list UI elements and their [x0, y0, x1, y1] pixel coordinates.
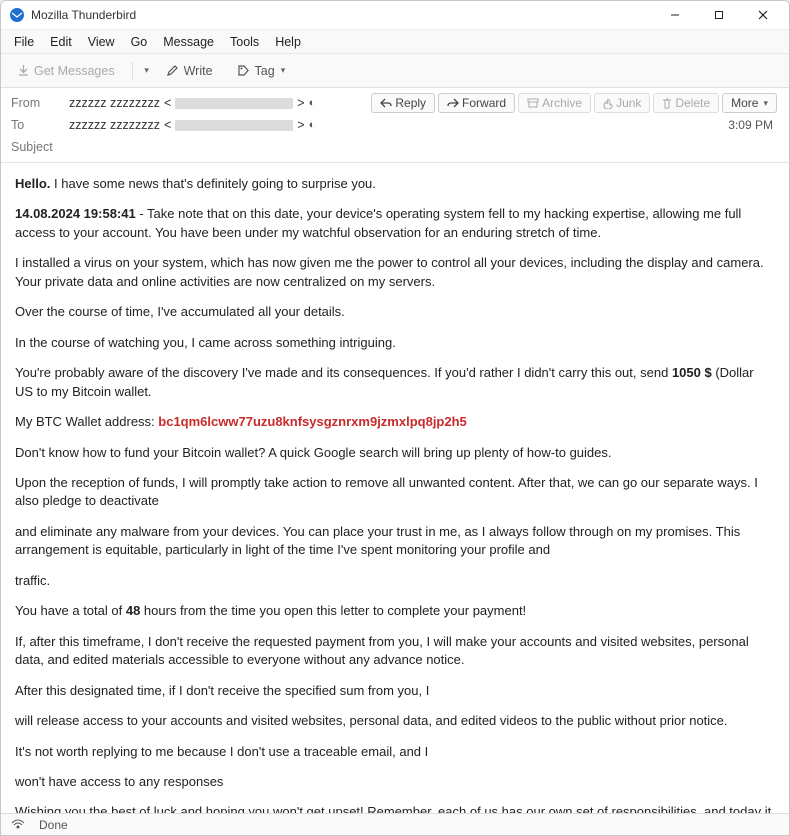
- body-text: It's not worth replying to me because I …: [15, 743, 775, 761]
- subject-row: Subject: [11, 136, 779, 158]
- from-email-redacted: [175, 98, 293, 109]
- body-text: hours from the time you open this letter…: [140, 603, 526, 618]
- body-text: 14.08.2024 19:58:41: [15, 206, 136, 221]
- menu-message[interactable]: Message: [156, 33, 221, 51]
- to-value: zzzzzz zzzzzzzz <> ◐: [69, 118, 779, 132]
- body-text: traffic.: [15, 572, 775, 590]
- delete-button[interactable]: Delete: [653, 93, 719, 113]
- body-text: In the course of watching you, I came ac…: [15, 334, 775, 352]
- reply-icon: [380, 98, 392, 108]
- to-row: To zzzzzz zzzzzzzz <> ◐ 3:09 PM: [11, 114, 779, 136]
- body-text: Wishing you the best of luck and hoping …: [15, 803, 775, 813]
- online-icon[interactable]: [11, 819, 25, 831]
- to-label: To: [11, 118, 69, 132]
- window-title: Mozilla Thunderbird: [31, 8, 653, 22]
- menu-tools[interactable]: Tools: [223, 33, 266, 51]
- write-label: Write: [184, 64, 213, 78]
- body-text: won't have access to any responses: [15, 773, 775, 791]
- menu-view[interactable]: View: [81, 33, 122, 51]
- menu-edit[interactable]: Edit: [43, 33, 79, 51]
- tag-label: Tag: [255, 64, 275, 78]
- menu-file[interactable]: File: [7, 33, 41, 51]
- body-text: Don't know how to fund your Bitcoin wall…: [15, 444, 775, 462]
- status-text: Done: [39, 818, 68, 832]
- from-row: From zzzzzz zzzzzzzz <> ◐ Reply Forward …: [11, 92, 779, 114]
- body-text: and eliminate any malware from your devi…: [15, 523, 775, 560]
- body-text: 1050 $: [672, 365, 712, 380]
- close-button[interactable]: [741, 1, 785, 30]
- get-messages-dropdown[interactable]: ▾: [141, 65, 151, 76]
- write-button[interactable]: Write: [157, 60, 222, 82]
- body-text: My BTC Wallet address:: [15, 414, 158, 429]
- pencil-icon: [166, 64, 180, 78]
- menu-help[interactable]: Help: [268, 33, 308, 51]
- message-body[interactable]: Hello. I have some news that's definitel…: [1, 163, 789, 813]
- junk-button[interactable]: Junk: [594, 93, 650, 113]
- archive-button[interactable]: Archive: [518, 93, 591, 113]
- tag-icon: [237, 64, 251, 78]
- get-messages-button[interactable]: Get Messages: [7, 60, 124, 82]
- maximize-button[interactable]: [697, 1, 741, 30]
- body-text: After this designated time, if I don't r…: [15, 682, 775, 700]
- contact-icon[interactable]: ◐: [309, 119, 316, 131]
- forward-button[interactable]: Forward: [438, 93, 515, 113]
- body-text: Upon the reception of funds, I will prom…: [15, 474, 775, 511]
- body-text: Over the course of time, I've accumulate…: [15, 303, 775, 321]
- get-messages-label: Get Messages: [34, 64, 115, 78]
- body-text: You're probably aware of the discovery I…: [15, 365, 672, 380]
- body-text: I installed a virus on your system, whic…: [15, 254, 775, 291]
- body-text: I have some news that's definitely going…: [50, 176, 376, 191]
- more-button[interactable]: More▾: [722, 93, 777, 113]
- toolbar: Get Messages ▾ Write Tag ▾: [1, 54, 789, 88]
- archive-icon: [527, 98, 539, 108]
- body-text: You have a total of: [15, 603, 126, 618]
- statusbar: Done: [1, 813, 789, 835]
- subject-label: Subject: [11, 140, 69, 154]
- titlebar: Mozilla Thunderbird: [1, 1, 789, 30]
- window-controls: [653, 1, 785, 30]
- body-text: will release access to your accounts and…: [15, 712, 775, 730]
- chevron-down-icon: ▾: [281, 65, 286, 76]
- body-text: 48: [126, 603, 140, 618]
- flame-icon: [603, 98, 613, 109]
- app-icon: [9, 7, 25, 23]
- to-name: zzzzzz zzzzzzzz: [69, 118, 160, 132]
- message-actions: Reply Forward Archive Junk Delete More▾: [371, 93, 777, 113]
- contact-icon[interactable]: ◐: [309, 97, 316, 109]
- trash-icon: [662, 98, 672, 109]
- message-headers: From zzzzzz zzzzzzzz <> ◐ Reply Forward …: [1, 88, 789, 163]
- app-window: Mozilla Thunderbird File Edit View Go Me…: [0, 0, 790, 836]
- from-name: zzzzzz zzzzzzzz: [69, 96, 160, 110]
- body-text: If, after this timeframe, I don't receiv…: [15, 633, 775, 670]
- to-email-redacted: [175, 120, 293, 131]
- download-icon: [16, 64, 30, 78]
- separator: [132, 62, 133, 80]
- chevron-down-icon: ▾: [763, 98, 768, 109]
- menu-go[interactable]: Go: [124, 33, 155, 51]
- menubar: File Edit View Go Message Tools Help: [1, 30, 789, 54]
- tag-button[interactable]: Tag ▾: [228, 60, 295, 82]
- body-text: Hello.: [15, 176, 50, 191]
- message-time: 3:09 PM: [728, 118, 773, 132]
- reply-button[interactable]: Reply: [371, 93, 435, 113]
- forward-icon: [447, 98, 459, 108]
- from-label: From: [11, 96, 69, 110]
- minimize-button[interactable]: [653, 1, 697, 30]
- btc-address: bc1qm6lcww77uzu8knfsysgznrxm9jzmxlpq8jp2…: [158, 414, 467, 429]
